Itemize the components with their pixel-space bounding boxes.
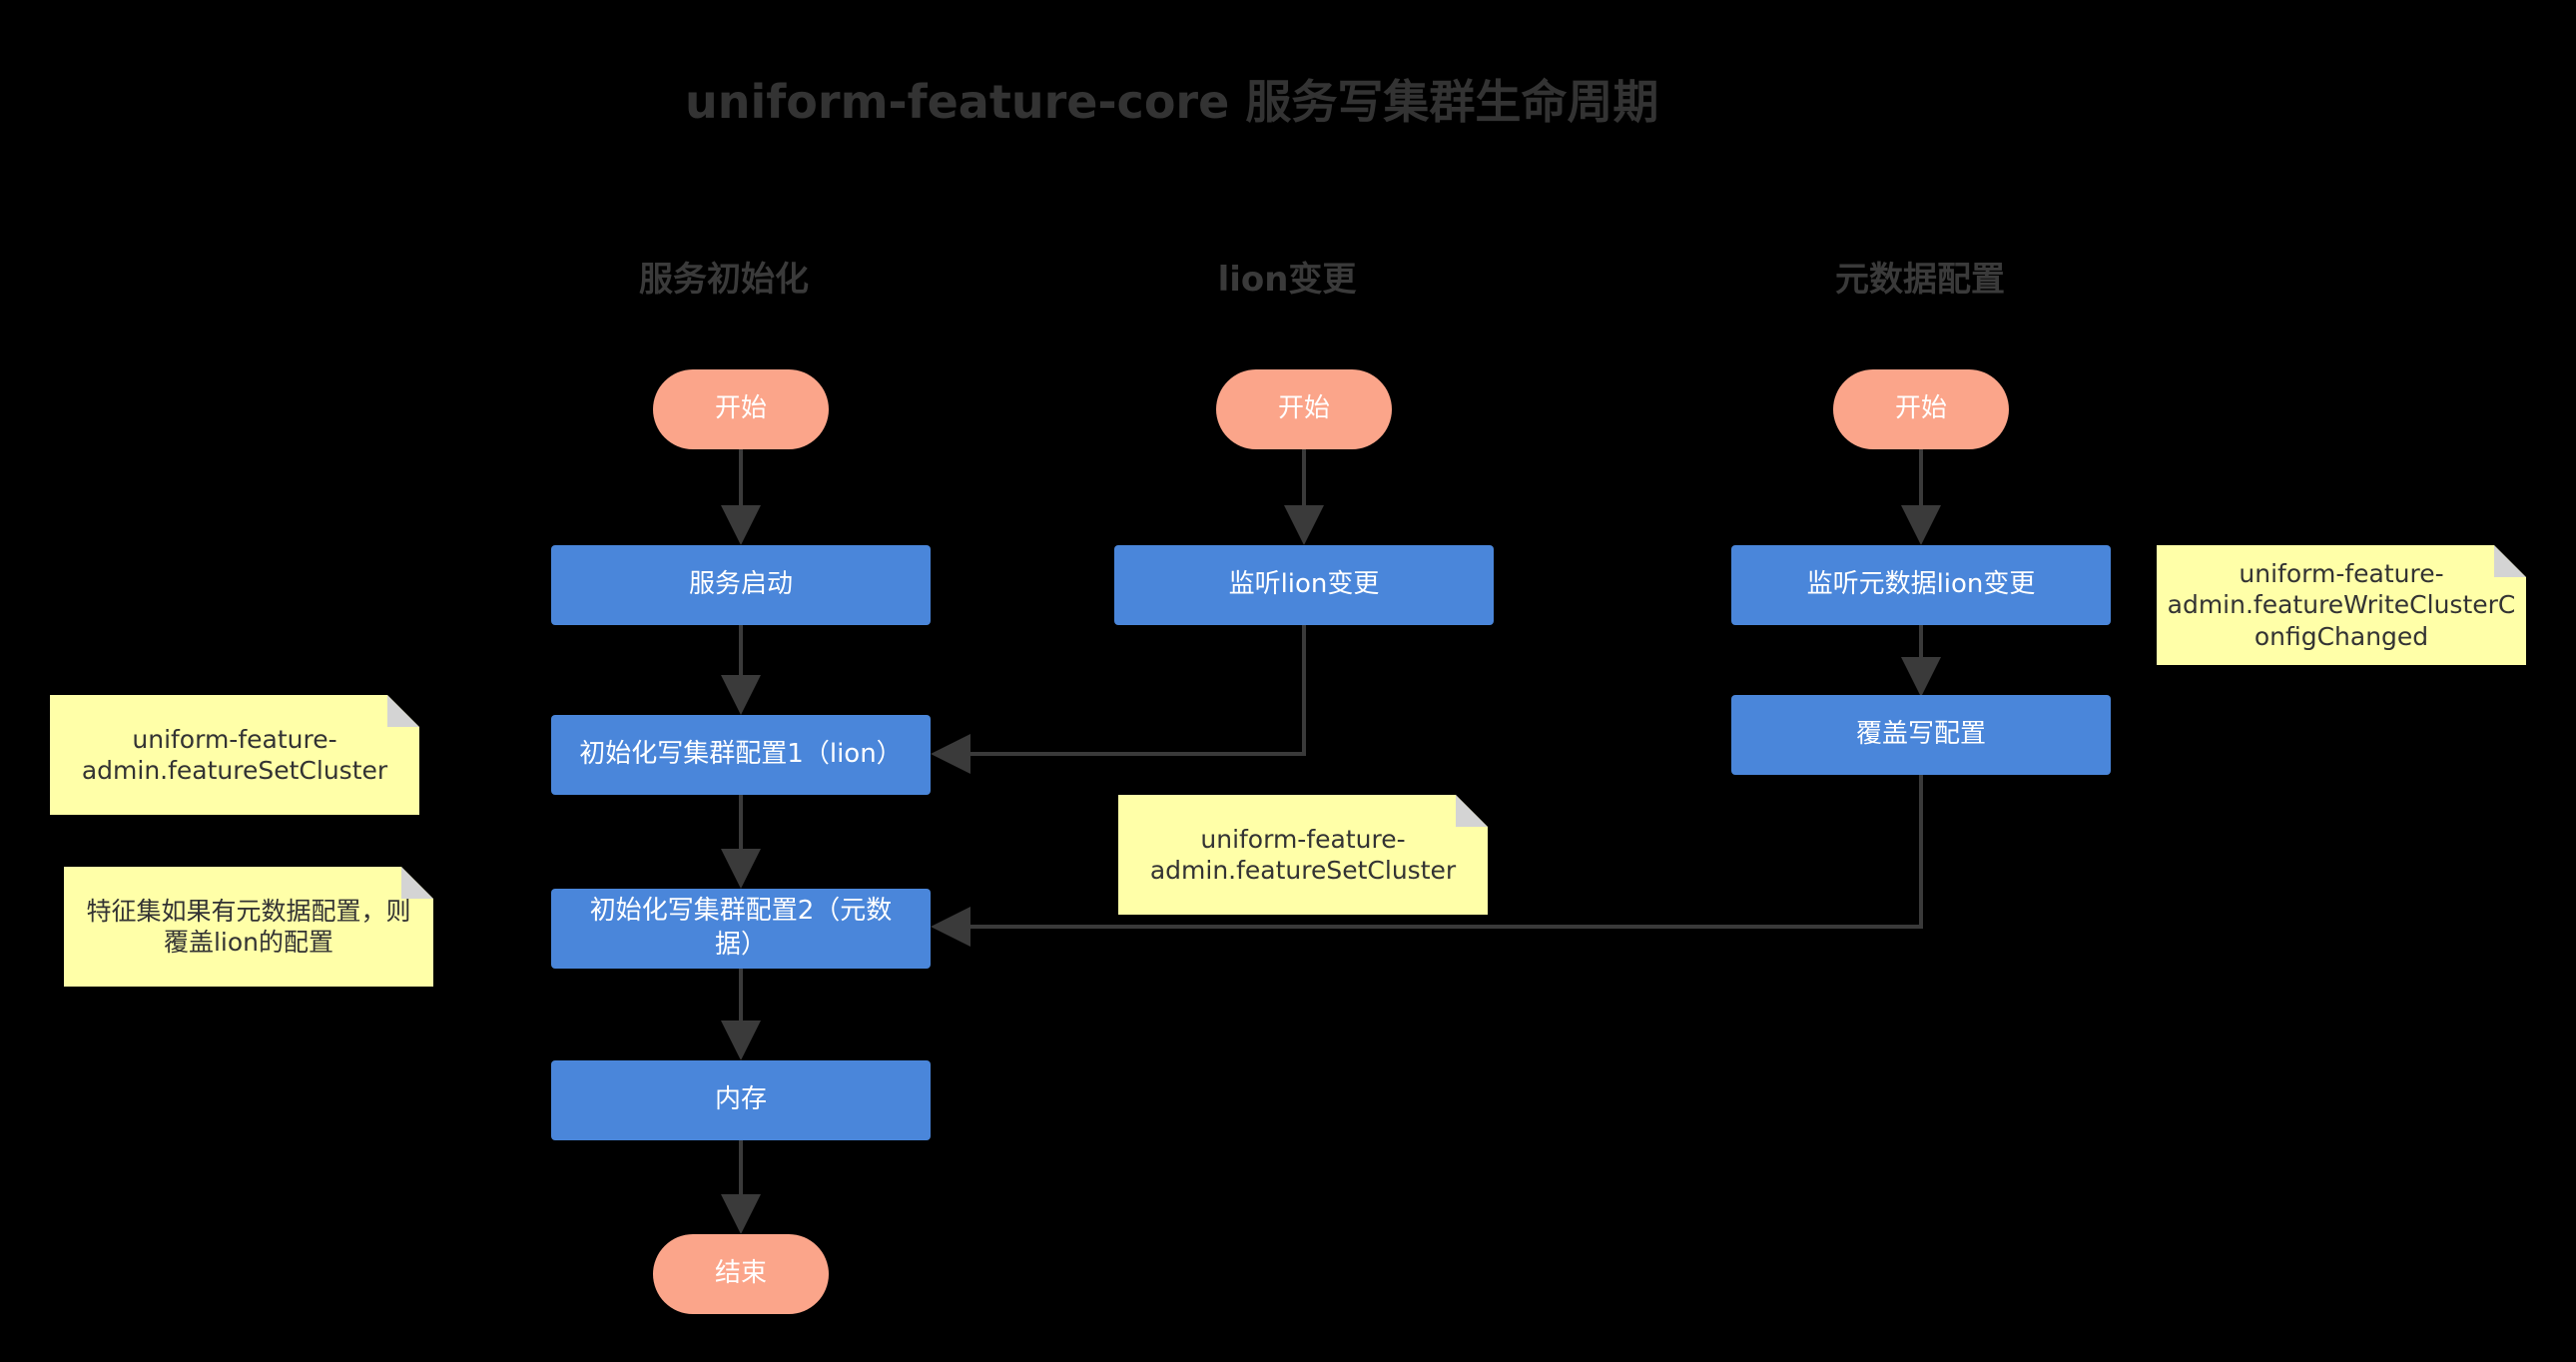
start-node-init[interactable]: 开始: [653, 369, 829, 449]
overwrite-config-node[interactable]: 覆盖写配置: [1731, 695, 2111, 775]
init-config2-node[interactable]: 初始化写集群配置2（元数据）: [551, 889, 931, 969]
edge-listen-config1: [931, 625, 1306, 774]
note-text: 特征集如果有元数据配置，则 覆盖lion的配置: [86, 896, 411, 957]
note-write-cluster-config-changed: uniform-feature- admin.featureWriteClust…: [2157, 545, 2526, 665]
note-text: uniform-feature- admin.featureWriteClust…: [2167, 559, 2516, 651]
note-feature-set-cluster-mid: uniform-feature- admin.featureSetCluster: [1118, 795, 1488, 915]
note-text: uniform-feature- admin.featureSetCluster: [81, 724, 388, 785]
listen-lion-node[interactable]: 监听lion变更: [1114, 545, 1494, 625]
start-node-lion[interactable]: 开始: [1216, 369, 1392, 449]
note-metadata-override: 特征集如果有元数据配置，则 覆盖lion的配置: [64, 867, 433, 987]
note-feature-set-cluster-left: uniform-feature- admin.featureSetCluster: [50, 695, 419, 815]
listen-meta-lion-node[interactable]: 监听元数据lion变更: [1731, 545, 2111, 625]
service-start-node[interactable]: 服务启动: [551, 545, 931, 625]
end-node[interactable]: 结束: [653, 1234, 829, 1314]
init-config1-node[interactable]: 初始化写集群配置1（lion）: [551, 715, 931, 795]
flow-edges: [721, 449, 1941, 1234]
note-text: uniform-feature- admin.featureSetCluster: [1149, 824, 1457, 885]
memory-node[interactable]: 内存: [551, 1060, 931, 1140]
start-node-meta[interactable]: 开始: [1833, 369, 2009, 449]
